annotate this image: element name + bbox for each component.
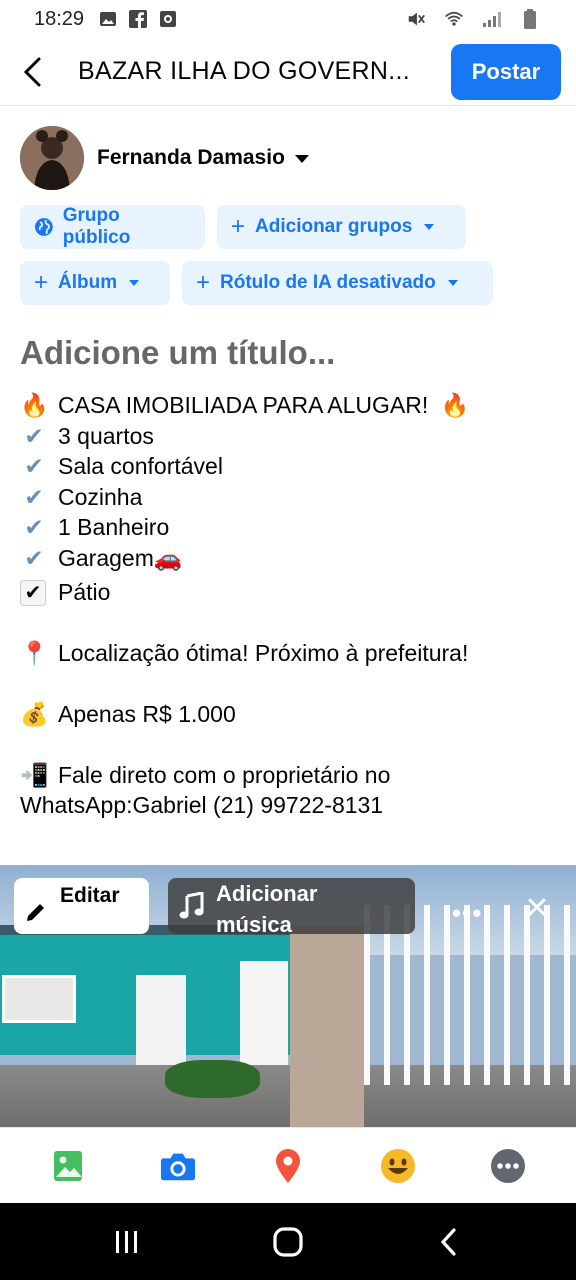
photo-door: [136, 975, 186, 1065]
author-selector[interactable]: Fernanda Damasio: [20, 126, 309, 190]
post-line: ✔ Sala confortável: [20, 451, 560, 482]
facebook-notification-icon: [128, 9, 148, 29]
status-time: 18:29: [34, 7, 85, 30]
screen-record-icon: [158, 9, 178, 29]
post-line: WhatsApp:Gabriel (21) 99722-8131: [20, 790, 560, 821]
post-line-text: WhatsApp:Gabriel (21) 99722-8131: [20, 792, 384, 818]
mute-icon: [406, 9, 426, 29]
check-mark-icon: ✔: [24, 484, 44, 511]
more-options-icon[interactable]: •••: [452, 898, 482, 929]
album-chip[interactable]: + Álbum: [20, 261, 170, 305]
post-line: 💰 Apenas R$ 1.000: [20, 699, 560, 730]
post-button[interactable]: Postar: [451, 44, 561, 100]
edit-photo-label: Editar: [60, 884, 120, 907]
post-line: ✔ Pátio: [20, 577, 560, 608]
photo-window: [2, 975, 76, 1023]
composer-header: BAZAR ILHA DO GOVERN... Postar: [0, 38, 576, 106]
plus-icon: +: [196, 269, 211, 296]
home-icon[interactable]: [271, 1225, 305, 1259]
location-icon[interactable]: [270, 1148, 306, 1184]
composer-toolbar: [0, 1127, 576, 1203]
post-line-text: Localização ótima! Próximo à prefeitura!: [58, 639, 469, 666]
privacy-chip-label: Grupo público: [62, 205, 131, 248]
privacy-chip[interactable]: Grupo público: [20, 205, 205, 249]
group-title: BAZAR ILHA DO GOVERN...: [78, 57, 410, 85]
title-input[interactable]: Adicione um título...: [20, 334, 335, 372]
check-mark-icon: ✔: [24, 515, 44, 541]
add-music-label-line2: música: [216, 912, 292, 937]
post-line-text: Fale direto com o proprietário no: [58, 761, 391, 788]
post-line: ✔ 3 quartos: [20, 421, 560, 452]
plus-icon: +: [34, 269, 49, 296]
post-line: 🔥 CASA IMOBILIADA PARA ALUGAR! 🔥: [20, 390, 560, 421]
post-line-text: Garagem: [58, 544, 154, 571]
photo-bush: [165, 1060, 260, 1098]
check-box-icon: ✔: [20, 580, 46, 607]
fire-emoji-icon: 🔥: [440, 393, 470, 419]
post-line: 📲 Fale direto com o proprietário no: [20, 760, 560, 791]
post-line: ✔ Garagem🚗: [20, 543, 560, 577]
battery-icon: [520, 9, 540, 29]
add-music-label-line1: Adicionar: [216, 881, 318, 906]
add-groups-chip[interactable]: + Adicionar grupos: [217, 205, 466, 249]
author-name: Fernanda Damasio: [97, 146, 285, 169]
post-line: ✔ 1 Banheiro: [20, 512, 560, 543]
car-emoji-icon: 🚗: [153, 545, 183, 572]
add-groups-label: Adicionar grupos: [255, 216, 413, 237]
pencil-icon: [27, 904, 44, 921]
post-line-text: Sala confortável: [58, 453, 223, 479]
photo-icon[interactable]: [50, 1148, 86, 1184]
add-music-button[interactable]: Adicionar música: [168, 878, 415, 937]
music-note-icon: [179, 892, 204, 919]
system-nav-bar: [0, 1203, 576, 1280]
post-line-text: Cozinha: [58, 483, 143, 510]
status-bar: 18:29: [0, 0, 576, 38]
more-icon[interactable]: [490, 1148, 526, 1184]
chevron-left-icon: [23, 57, 41, 86]
recent-apps-icon[interactable]: [110, 1225, 144, 1259]
pin-emoji-icon: 📍: [20, 640, 49, 667]
wifi-icon: [444, 9, 464, 29]
post-line-text: Apenas R$ 1.000: [58, 700, 236, 727]
caret-down-icon: [129, 280, 140, 286]
money-bag-emoji-icon: 💰: [20, 701, 49, 728]
phone-arrow-emoji-icon: 📲: [20, 762, 49, 789]
post-line-text: 3 quartos: [58, 422, 154, 449]
post-line-text: 1 Banheiro: [58, 514, 170, 540]
post-line-text: CASA IMOBILIADA PARA ALUGAR!: [58, 392, 429, 418]
ai-label-chip[interactable]: + Rótulo de IA desativado: [182, 261, 493, 305]
ai-label-chip-label: Rótulo de IA desativado: [220, 272, 436, 293]
check-mark-icon: ✔: [24, 545, 44, 572]
plus-icon: +: [231, 213, 246, 240]
check-mark-icon: ✔: [24, 423, 44, 450]
back-nav-icon[interactable]: [432, 1225, 466, 1259]
check-mark-icon: ✔: [24, 454, 44, 480]
post-line: 📍 Localização ótima! Próximo à prefeitura…: [20, 638, 560, 669]
image-notification-icon: [98, 9, 118, 29]
caret-down-icon: [424, 224, 435, 230]
album-chip-label: Álbum: [58, 272, 118, 293]
edit-photo-button[interactable]: Editar: [14, 878, 149, 934]
signal-icon: [482, 9, 502, 29]
back-button[interactable]: [0, 38, 64, 106]
post-text-input[interactable]: 🔥 CASA IMOBILIADA PARA ALUGAR! 🔥 ✔ 3 quart…: [20, 390, 560, 821]
caret-down-icon: [294, 155, 309, 163]
feeling-icon[interactable]: [380, 1148, 416, 1184]
photo-garage: [240, 961, 288, 1071]
avatar: [20, 126, 84, 190]
fire-emoji-icon: 🔥: [20, 393, 49, 419]
camera-icon[interactable]: [160, 1148, 196, 1184]
post-line: ✔ Cozinha: [20, 482, 560, 513]
close-icon[interactable]: ✕: [522, 894, 552, 924]
photo-pillar: [290, 925, 364, 1127]
post-line-text: Pátio: [58, 578, 111, 605]
caret-down-icon: [447, 280, 458, 286]
globe-icon: [34, 218, 53, 236]
